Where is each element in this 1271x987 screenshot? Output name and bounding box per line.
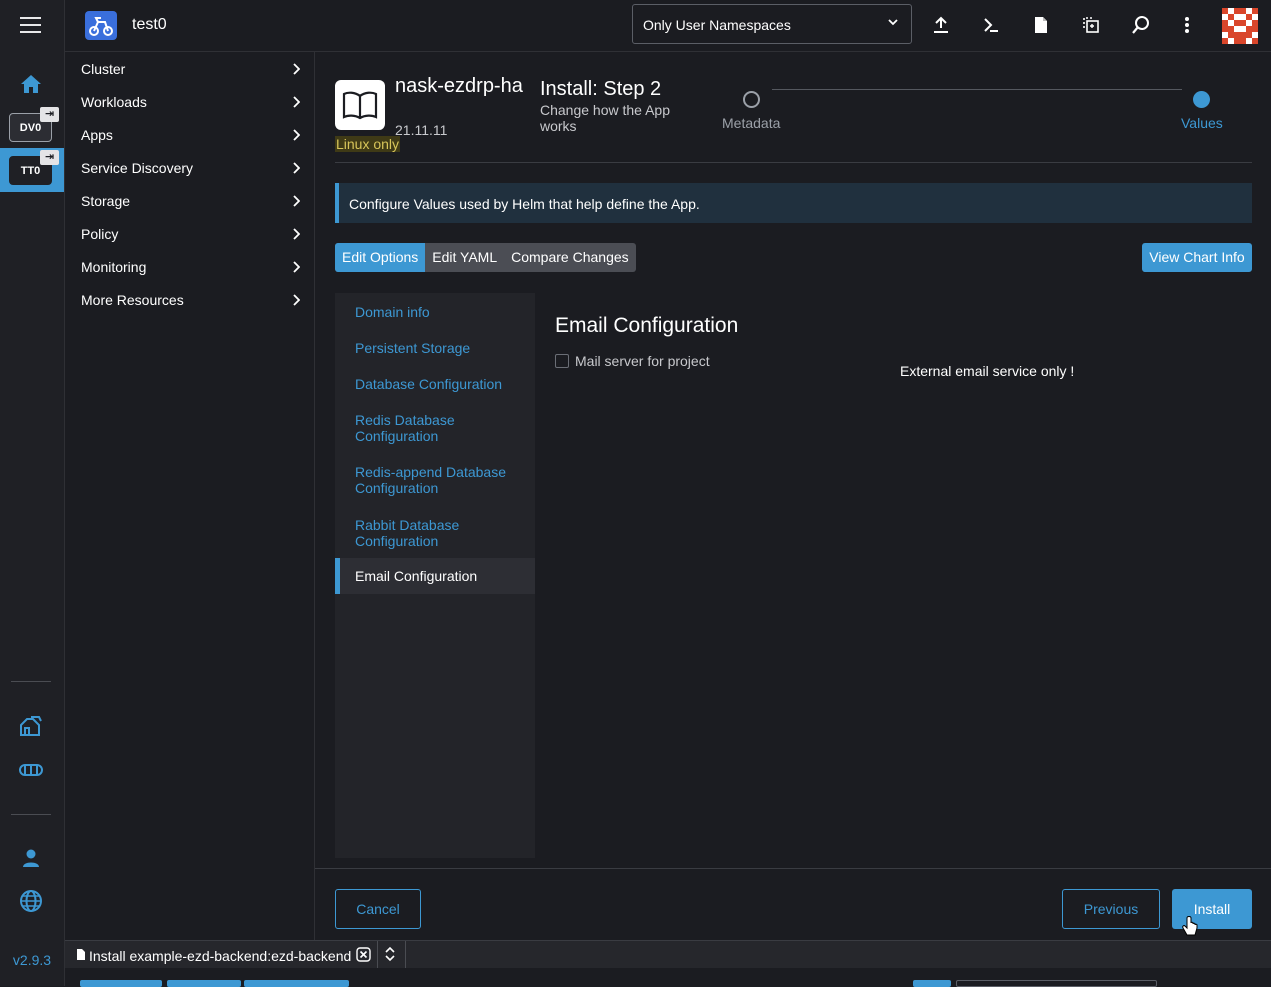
wizard-title: Install: Step 2 — [540, 78, 662, 100]
section-domain-info[interactable]: Domain info — [335, 304, 535, 320]
bottom-separator — [405, 941, 406, 968]
footer-divider — [315, 868, 1271, 869]
external-email-note: External email service only ! — [900, 363, 1075, 379]
nav-item-label: Monitoring — [81, 258, 147, 275]
expand-collapse-icon[interactable] — [383, 945, 397, 966]
nav-item-cluster[interactable]: Cluster — [65, 52, 314, 85]
bottom-tab-install[interactable]: Install example-ezd-backend:ezd-backend — [76, 944, 371, 968]
chevron-right-icon — [292, 293, 301, 309]
cluster-rail: DV0 ⇥ TT0 ⇥ v2.9.3 — [0, 0, 65, 986]
bottom-separator — [377, 941, 378, 968]
search-icon[interactable] — [1129, 13, 1153, 37]
cancel-button[interactable]: Cancel — [335, 889, 421, 929]
nav-item-apps[interactable]: Apps — [65, 118, 314, 151]
nav-item-policy[interactable]: Policy — [65, 217, 314, 250]
window-manager-bar: Install example-ezd-backend:ezd-backend — [65, 940, 1271, 987]
close-icon[interactable] — [356, 947, 371, 965]
section-rabbit-database-configuration[interactable]: Rabbit Database Configuration — [335, 517, 485, 549]
pin-icon[interactable]: ⇥ — [40, 107, 59, 122]
chevron-right-icon — [292, 95, 301, 111]
nav-item-service-discovery[interactable]: Service Discovery — [65, 151, 314, 184]
mail-server-checkbox-row[interactable]: Mail server for project — [555, 353, 710, 369]
main-content: nask-ezdrp-ha 21.11.11 Linux only Instal… — [315, 52, 1271, 940]
nav-item-workloads[interactable]: Workloads — [65, 85, 314, 118]
chevron-right-icon — [292, 227, 301, 243]
nav-item-label: Policy — [81, 225, 119, 242]
file-icon[interactable] — [1029, 13, 1053, 37]
nav-item-label: Workloads — [81, 93, 147, 110]
app-book-icon — [335, 80, 385, 130]
hand-cursor-icon — [1181, 916, 1199, 941]
edit-mode-tabs: Edit Options Edit YAML Compare Changes — [335, 243, 636, 272]
info-banner-text: Configure Values used by Helm that help … — [349, 196, 700, 212]
step-metadata-dot[interactable] — [743, 91, 760, 108]
pin-icon[interactable]: ⇥ — [40, 150, 59, 165]
section-database-configuration[interactable]: Database Configuration — [335, 376, 535, 392]
globe-icon[interactable] — [18, 888, 44, 914]
view-chart-info-button[interactable]: View Chart Info — [1142, 243, 1252, 272]
version-link[interactable]: v2.9.3 — [0, 952, 64, 968]
tab-compare-changes[interactable]: Compare Changes — [504, 243, 636, 272]
step-values-dot[interactable] — [1193, 91, 1210, 108]
top-header: test0 Only User Namespaces — [65, 0, 1271, 52]
os-badge: Linux only — [335, 136, 401, 152]
step-values-label[interactable]: Values — [1181, 115, 1223, 131]
header-divider — [335, 162, 1252, 163]
virtualization-icon[interactable] — [18, 757, 44, 783]
file-icon — [76, 948, 86, 964]
app-name: nask-ezdrp-ha — [395, 75, 523, 97]
tab-edit-options[interactable]: Edit Options — [335, 243, 426, 272]
mail-server-checkbox-label[interactable]: Mail server for project — [575, 353, 710, 369]
copy-config-icon[interactable] — [1079, 13, 1103, 37]
nav-item-label: Service Discovery — [81, 159, 194, 176]
namespace-filter-value: Only User Namespaces — [643, 17, 791, 33]
rail-divider — [11, 814, 51, 815]
nav-item-label: Cluster — [81, 60, 126, 77]
bottom-tab-label: Install example-ezd-backend:ezd-backend — [89, 948, 352, 964]
namespace-filter-select[interactable]: Only User Namespaces — [632, 4, 912, 44]
wizard-progress-line — [772, 89, 1182, 90]
more-icon[interactable] — [1175, 13, 1199, 37]
side-nav: Cluster Workloads Apps Service Discovery… — [65, 52, 315, 940]
chevron-right-icon — [292, 194, 301, 210]
cluster-name: test0 — [132, 16, 167, 33]
info-banner: Configure Values used by Helm that help … — [335, 183, 1252, 223]
section-redis-database-configuration[interactable]: Redis Database Configuration — [335, 412, 485, 444]
tab-edit-yaml[interactable]: Edit YAML — [425, 243, 504, 272]
app-version: 21.11.11 — [395, 122, 448, 138]
fleet-icon[interactable] — [18, 713, 44, 739]
nav-item-storage[interactable]: Storage — [65, 184, 314, 217]
nav-item-label: Storage — [81, 192, 131, 209]
bottom-panel-content — [65, 968, 1271, 987]
nav-item-label: Apps — [81, 126, 113, 143]
rail-divider — [11, 681, 51, 682]
config-sections-nav: Domain info Persistent Storage Database … — [335, 293, 535, 858]
upload-icon[interactable] — [929, 13, 953, 37]
user-icon[interactable] — [18, 845, 44, 871]
section-persistent-storage[interactable]: Persistent Storage — [335, 340, 535, 356]
section-email-configuration[interactable]: Email Configuration — [335, 558, 535, 594]
terminal-icon[interactable] — [979, 13, 1003, 37]
chevron-right-icon — [292, 161, 301, 177]
nav-item-monitoring[interactable]: Monitoring — [65, 250, 314, 283]
step-metadata-label[interactable]: Metadata — [722, 115, 780, 131]
chevron-down-icon — [887, 15, 899, 31]
chevron-right-icon — [292, 62, 301, 78]
wizard-subtitle: Change how the App works — [540, 102, 670, 134]
home-icon[interactable] — [20, 74, 42, 97]
menu-icon[interactable] — [20, 17, 41, 33]
chevron-right-icon — [292, 128, 301, 144]
nav-item-label: More Resources — [81, 291, 184, 308]
nav-item-more-resources[interactable]: More Resources — [65, 283, 314, 316]
chevron-right-icon — [292, 260, 301, 276]
avatar[interactable] — [1222, 8, 1258, 44]
mail-server-checkbox[interactable] — [555, 354, 569, 368]
previous-button[interactable]: Previous — [1062, 889, 1160, 929]
email-config-title: Email Configuration — [555, 314, 739, 337]
section-redis-append-database-configuration[interactable]: Redis-append Database Configuration — [335, 464, 515, 496]
cluster-logo-icon — [85, 11, 117, 40]
